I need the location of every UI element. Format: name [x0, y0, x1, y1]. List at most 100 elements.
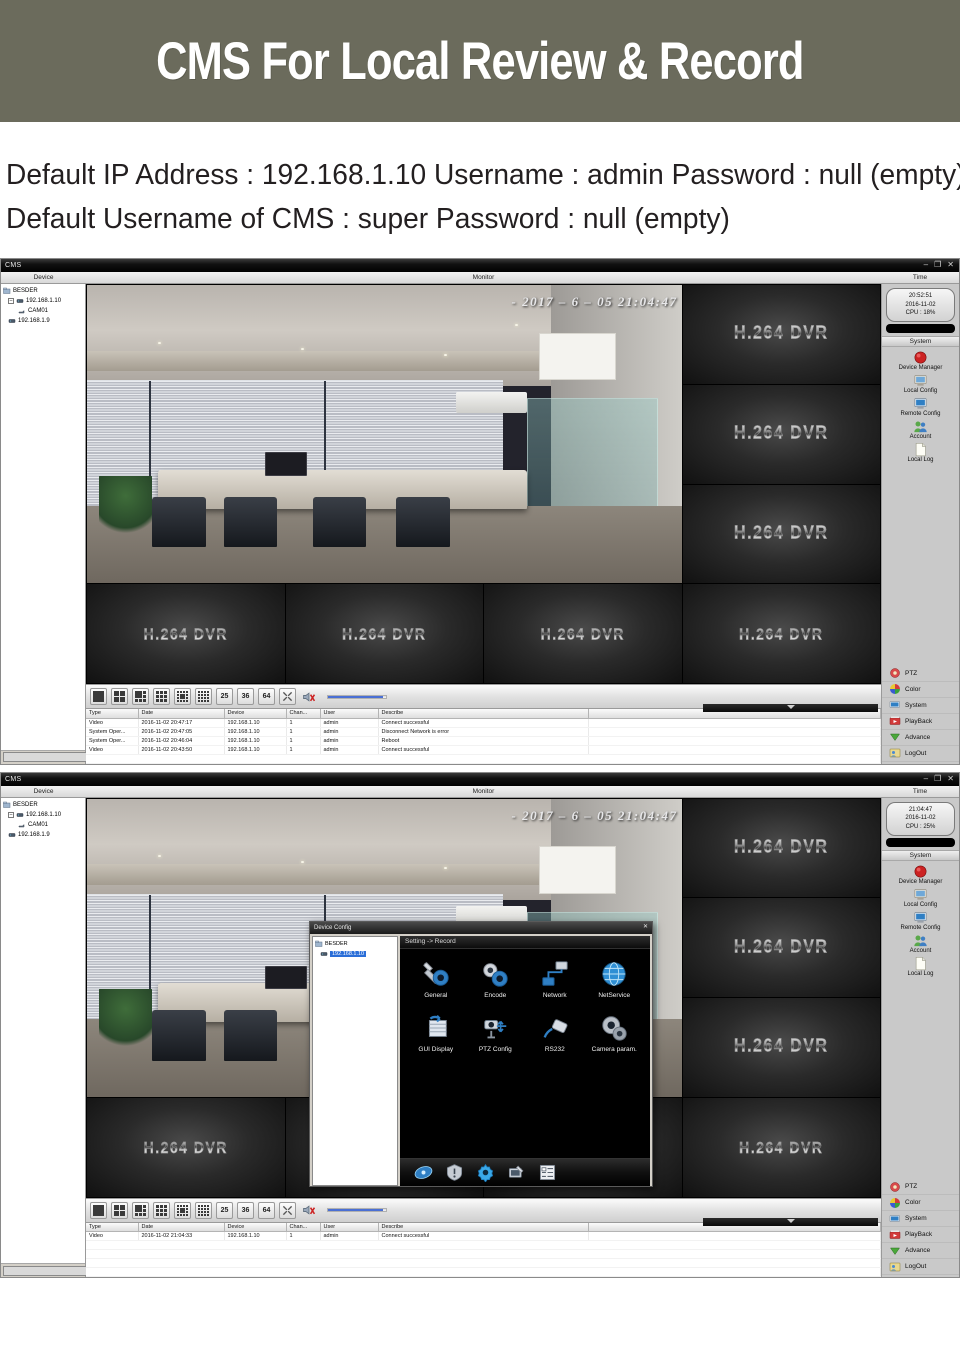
device-tree[interactable]: BESDER – 192.168.1.10 CAM01 192.168.1.9 — [1, 284, 85, 750]
sidebar-item-local-config[interactable]: Local Config — [882, 373, 959, 394]
sidebar-item-account[interactable]: Account — [882, 419, 959, 440]
menu-item-playback[interactable]: PlayBack — [882, 714, 959, 730]
mute-icon[interactable] — [300, 1202, 317, 1219]
sidebar-item-account[interactable]: Account — [882, 933, 959, 954]
layout-64-button[interactable]: 64 — [258, 688, 275, 705]
tree-root-besder[interactable]: BESDER — [3, 286, 83, 296]
layout-6-button[interactable] — [132, 688, 149, 705]
layout-9-button[interactable] — [153, 688, 170, 705]
tree-node-192-168-1-10[interactable]: – 192.168.1.10 — [3, 296, 83, 306]
fullscreen-icon[interactable] — [279, 1201, 296, 1219]
layout-25-button[interactable]: 25 — [216, 688, 233, 705]
video-cell-dvr[interactable]: H.264 DVR — [682, 285, 880, 384]
device-search-input[interactable] — [3, 752, 87, 762]
tree-node-192-168-1-9[interactable]: 192.168.1.9 — [3, 316, 83, 326]
tree-node-cam01[interactable]: CAM01 — [3, 820, 83, 830]
dialog-item-network[interactable]: Network — [526, 959, 584, 999]
layout-6-button[interactable] — [132, 1201, 149, 1219]
video-cell-dvr[interactable]: H.264 DVR — [682, 1097, 880, 1197]
device-config-dialog[interactable]: Device Config ✕ BESDER 192.168.1.10 Sett… — [309, 920, 653, 1187]
table-row[interactable]: Video 2016-11-02 20:43:50 192.168.1.10 1 adm… — [86, 745, 881, 755]
sidebar-item-remote-config[interactable]: Remote Config — [882, 910, 959, 931]
mute-icon[interactable] — [300, 688, 317, 705]
volume-track[interactable] — [327, 694, 387, 699]
layout-13-button[interactable] — [174, 688, 191, 705]
sidebar-item-local-log[interactable]: Local Log — [882, 442, 959, 463]
volume-slider[interactable] — [327, 1208, 387, 1212]
layout-1-button[interactable] — [90, 1201, 107, 1219]
layout-4-button[interactable] — [111, 1201, 128, 1219]
record-disk-icon[interactable] — [414, 1163, 433, 1182]
close-button[interactable]: ✕ — [947, 774, 954, 784]
table-row[interactable]: System Oper... 2016-11-02 20:46:04 192.168… — [86, 736, 881, 746]
sidebar-item-remote-config[interactable]: Remote Config — [882, 396, 959, 417]
menu-item-color[interactable]: Color — [882, 682, 959, 698]
volume-track[interactable] — [327, 1208, 387, 1212]
sidebar-item-device-manager[interactable]: Device Manager — [882, 350, 959, 371]
fullscreen-icon[interactable] — [279, 688, 296, 705]
maximize-button[interactable]: ❐ — [934, 774, 941, 784]
tree-expander-icon[interactable]: – — [8, 811, 14, 818]
layout-16-button[interactable] — [195, 1201, 212, 1219]
menu-item-advance[interactable]: Advance — [882, 1243, 959, 1259]
video-cell-dvr[interactable]: H.264 DVR — [682, 898, 880, 997]
minimize-button[interactable]: – — [924, 260, 928, 270]
video-cell-dvr[interactable]: H.264 DVR — [682, 384, 880, 484]
timeline-scroll-handle[interactable] — [703, 1217, 878, 1226]
sidebar-item-local-log[interactable]: Local Log — [882, 956, 959, 977]
video-cell-live[interactable]: - 2017 – 6 – 05 21:04:47 — [87, 285, 682, 584]
layout-25-button[interactable]: 25 — [216, 1201, 233, 1219]
menu-item-advance[interactable]: Advance — [882, 730, 959, 746]
video-cell-dvr[interactable]: H.264 DVR — [682, 998, 880, 1097]
menu-item-logout[interactable]: LogOut — [882, 746, 959, 762]
video-cell-dvr[interactable]: H.264 DVR — [682, 584, 880, 683]
dialog-tree-root[interactable]: BESDER — [315, 939, 395, 949]
menu-item-playback[interactable]: PlayBack — [882, 1227, 959, 1243]
advanced-tools-icon[interactable] — [507, 1163, 526, 1182]
system-gear-icon[interactable] — [476, 1163, 495, 1182]
table-row[interactable]: Video 2016-11-02 21:04:33 192.168.1.10 1 adm… — [86, 1231, 881, 1241]
dialog-item-general[interactable]: General — [407, 959, 465, 999]
device-tree[interactable]: BESDER – 192.168.1.10 CAM01 192.168.1.9 — [1, 798, 85, 1264]
layout-13-button[interactable] — [174, 1201, 191, 1219]
video-cell-dvr[interactable]: H.264 DVR — [484, 584, 682, 683]
layout-16-button[interactable] — [195, 688, 212, 705]
tree-node-192-168-1-9[interactable]: 192.168.1.9 — [3, 830, 83, 840]
dialog-item-netservice[interactable]: NetService — [585, 959, 643, 999]
tree-node-cam01[interactable]: CAM01 — [3, 306, 83, 316]
close-button[interactable]: ✕ — [947, 260, 954, 270]
layout-64-button[interactable]: 64 — [258, 1201, 275, 1219]
info-list-icon[interactable] — [538, 1163, 557, 1182]
table-row[interactable]: System Oper... 2016-11-02 20:47:05 192.168… — [86, 727, 881, 737]
table-row[interactable]: Video 2016-11-02 20:47:17 192.168.1.10 1 adm… — [86, 718, 881, 728]
device-search-input[interactable] — [3, 1265, 87, 1276]
video-cell-dvr[interactable]: H.264 DVR — [87, 584, 285, 683]
layout-36-button[interactable]: 36 — [237, 1201, 254, 1219]
tree-node-192-168-1-10[interactable]: – 192.168.1.10 — [3, 810, 83, 820]
menu-item-ptz[interactable]: PTZ — [882, 666, 959, 682]
close-icon[interactable]: ✕ — [643, 923, 648, 932]
video-cell-dvr[interactable]: H.264 DVR — [682, 798, 880, 898]
menu-item-system[interactable]: System — [882, 698, 959, 714]
dialog-item-gui-display[interactable]: GUI Display — [407, 1013, 465, 1053]
minimize-button[interactable]: – — [924, 774, 928, 784]
menu-item-logout[interactable]: LogOut — [882, 1259, 959, 1275]
dialog-item-camera-param[interactable]: Camera param. — [585, 1013, 643, 1053]
tree-expander-icon[interactable]: – — [8, 298, 14, 304]
dialog-item-encode[interactable]: Encode — [466, 959, 524, 999]
maximize-button[interactable]: ❐ — [934, 260, 941, 270]
sidebar-item-local-config[interactable]: Local Config — [882, 887, 959, 908]
menu-item-color[interactable]: Color — [882, 1195, 959, 1211]
dialog-device-tree[interactable]: BESDER 192.168.1.10 — [312, 935, 398, 1186]
menu-item-system[interactable]: System — [882, 1211, 959, 1227]
layout-1-button[interactable] — [90, 688, 107, 705]
timeline-scroll-handle[interactable] — [703, 704, 878, 712]
video-cell-dvr[interactable]: H.264 DVR — [285, 584, 483, 683]
menu-item-ptz[interactable]: PTZ — [882, 1179, 959, 1195]
dialog-tree-node-selected[interactable]: 192.168.1.10 — [315, 949, 395, 959]
alarm-shield-icon[interactable] — [445, 1163, 464, 1182]
volume-slider[interactable] — [327, 694, 387, 699]
layout-4-button[interactable] — [111, 688, 128, 705]
layout-9-button[interactable] — [153, 1201, 170, 1219]
video-cell-dvr[interactable]: H.264 DVR — [682, 484, 880, 584]
